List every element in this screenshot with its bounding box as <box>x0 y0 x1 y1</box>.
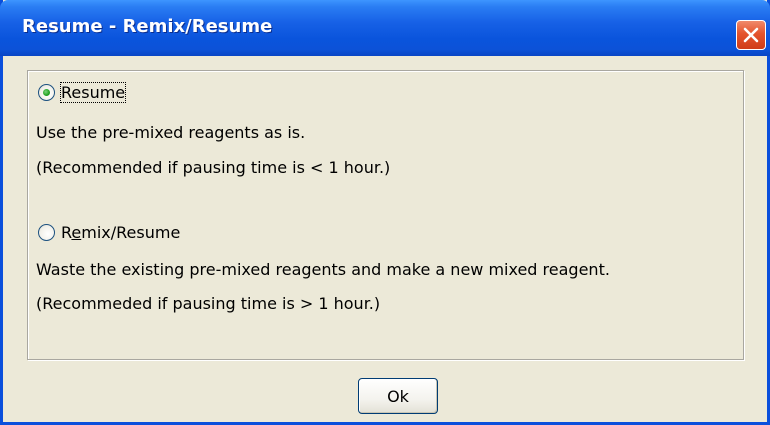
title-bar[interactable]: Resume - Remix/Resume <box>0 0 770 56</box>
remix-resume-note: (Recommeded if pausing time is > 1 hour.… <box>36 294 381 313</box>
radio-option-remix-resume[interactable]: Remix/Resume <box>38 223 180 242</box>
resume-note: (Recommended if pausing time is < 1 hour… <box>36 158 391 177</box>
close-icon <box>743 27 759 43</box>
window-title: Resume - Remix/Resume <box>22 16 273 37</box>
label-prefix: R <box>61 223 72 242</box>
label-mnemonic: e <box>71 223 82 242</box>
radio-label-resume[interactable]: Resume <box>59 82 127 103</box>
dialog-window: Resume - Remix/Resume Resume Use the pre… <box>0 0 770 425</box>
label-suffix: mix/Resume <box>81 223 181 242</box>
remix-resume-description: Waste the existing pre-mixed reagents an… <box>36 260 610 279</box>
ok-button[interactable]: Ok <box>358 378 438 414</box>
options-group: Resume Use the pre-mixed reagents as is.… <box>27 70 744 360</box>
radio-selected-dot <box>43 89 50 96</box>
close-button[interactable] <box>736 20 766 50</box>
radio-option-resume[interactable]: Resume <box>38 82 127 103</box>
resume-description: Use the pre-mixed reagents as is. <box>36 123 306 142</box>
radio-resume-selected[interactable] <box>38 84 55 101</box>
radio-label-remix-resume[interactable]: Remix/Resume <box>61 223 180 242</box>
radio-remix-resume[interactable] <box>38 224 55 241</box>
